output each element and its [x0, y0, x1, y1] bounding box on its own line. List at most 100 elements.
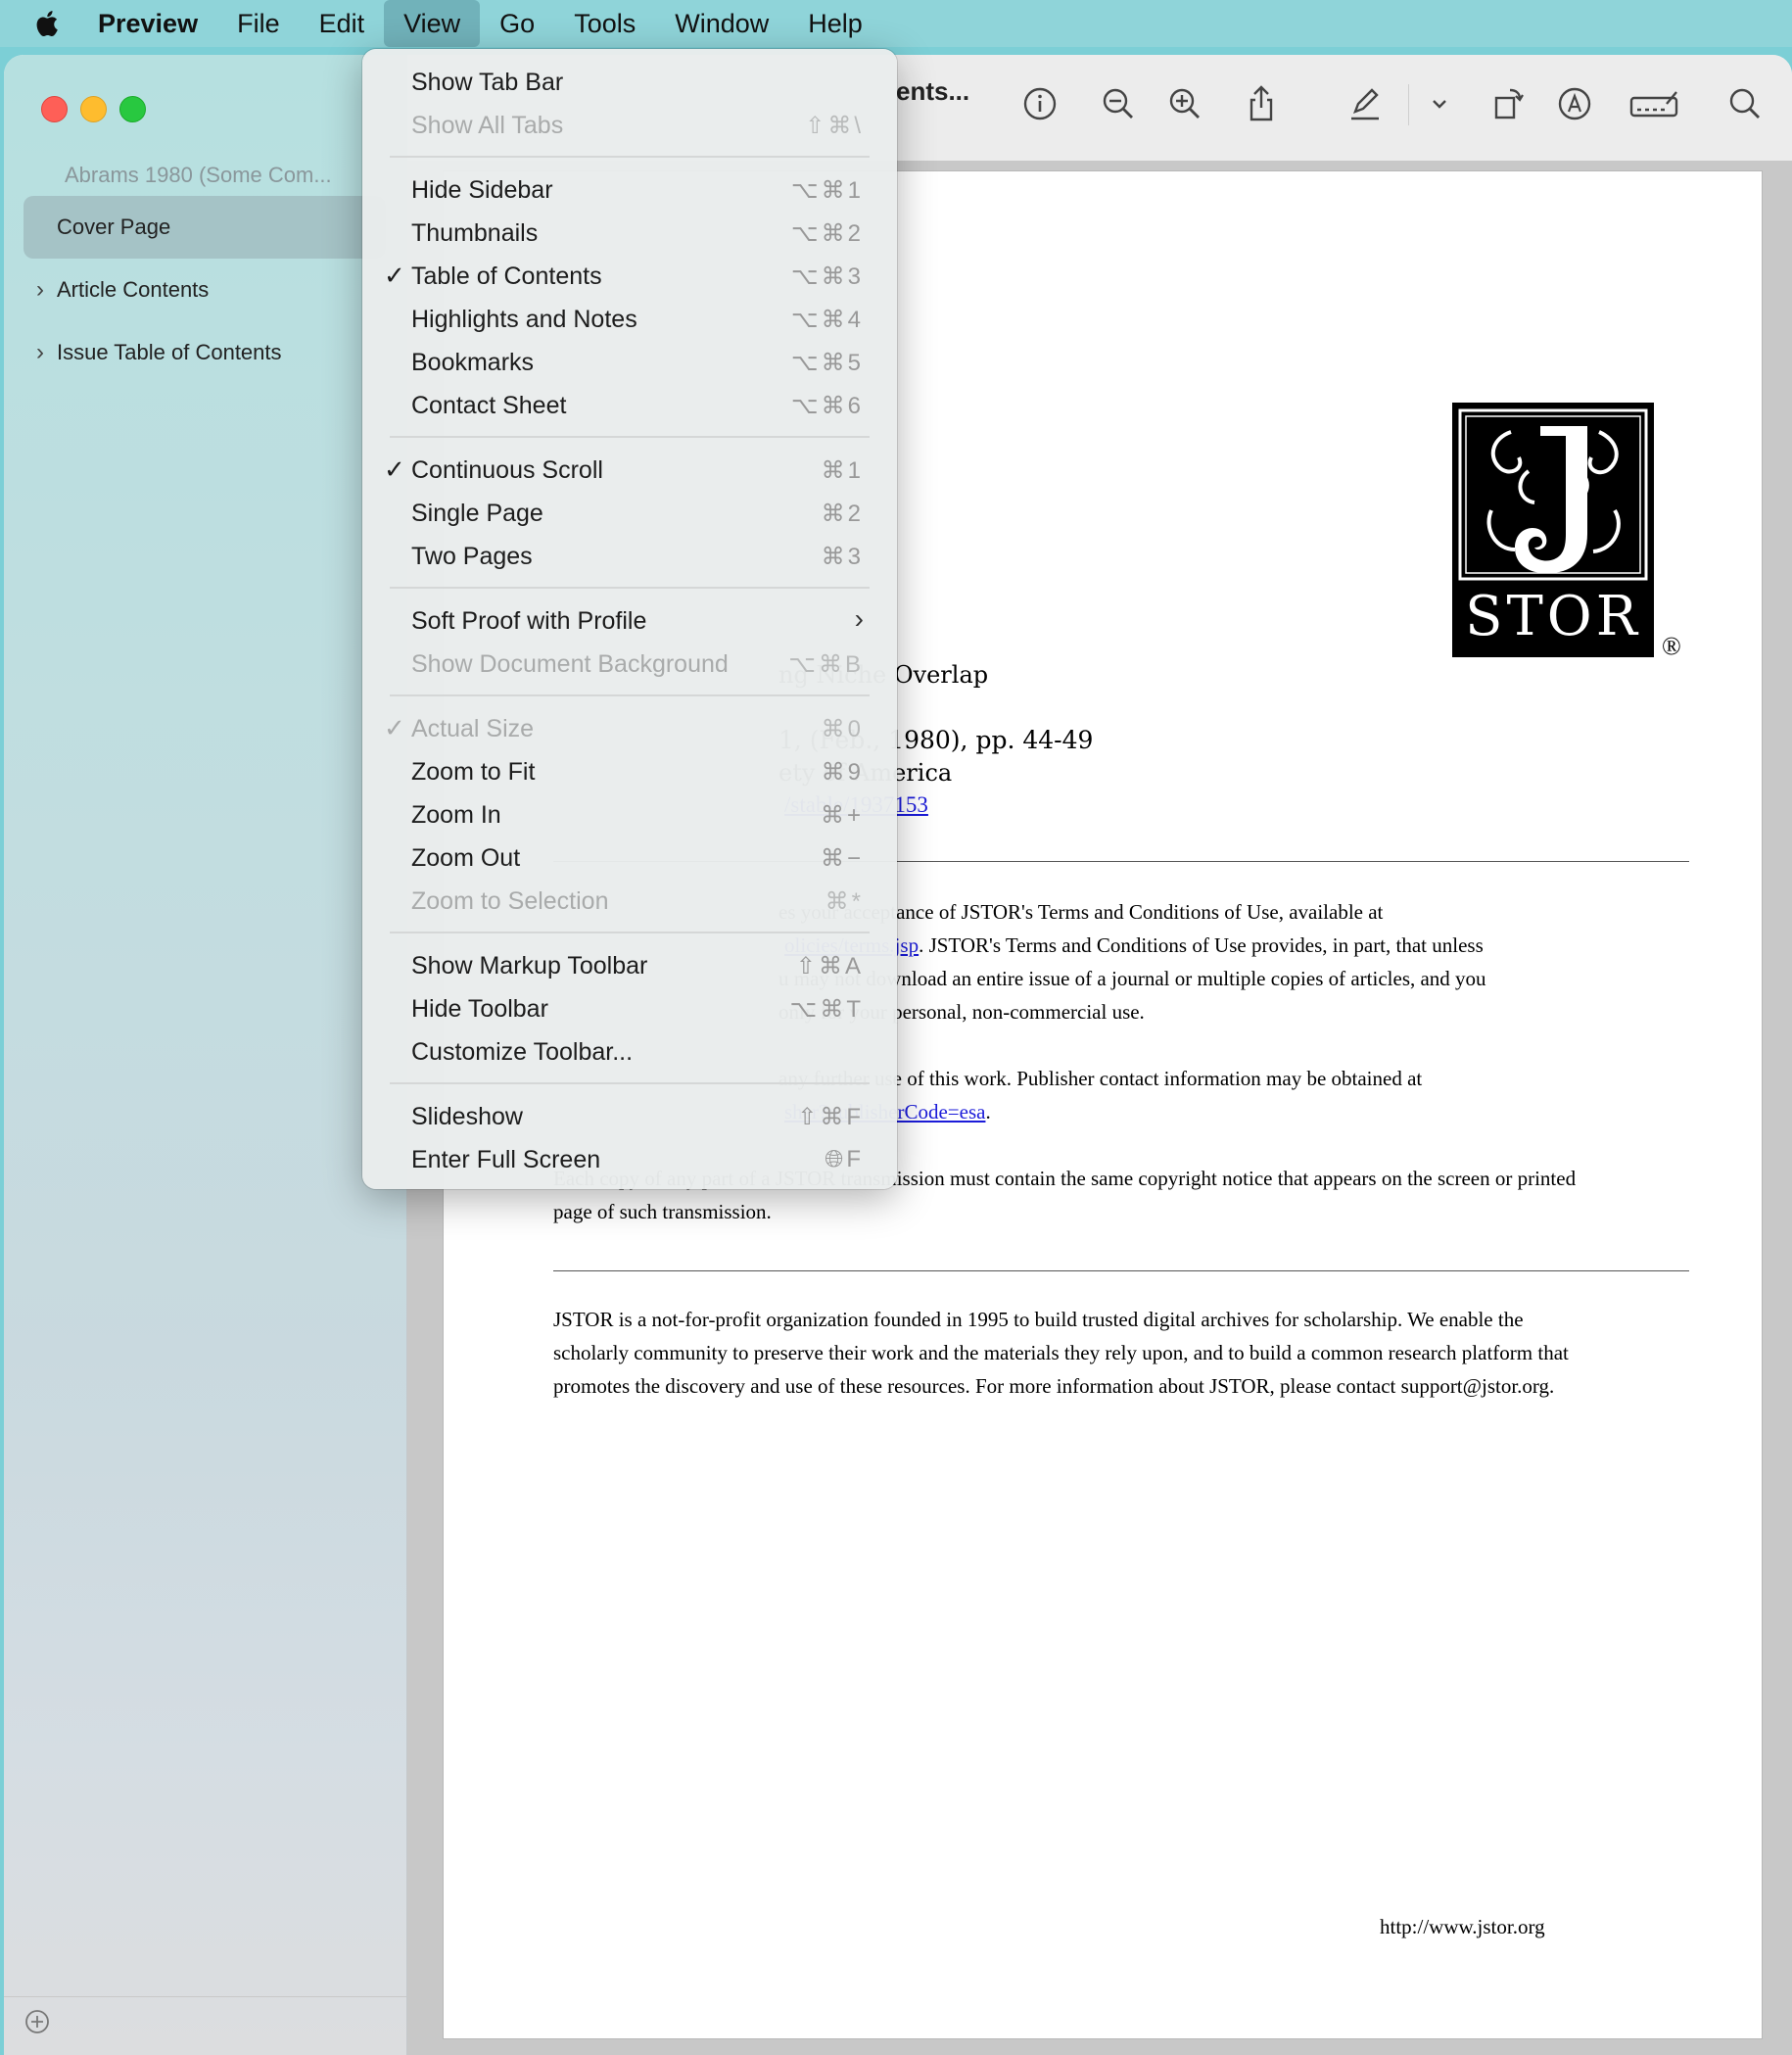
menu-item-shortcut: ⌥⌘3 [790, 263, 864, 290]
menu-item-label: Zoom to Selection [411, 887, 609, 915]
menu-tools[interactable]: Tools [554, 0, 655, 47]
menu-item-soft-proof-with-profile[interactable]: Soft Proof with Profile › [370, 599, 889, 643]
menu-item-actual-size: ✓ Actual Size ⌘0 [370, 707, 889, 750]
menu-item-label: Two Pages [411, 543, 533, 570]
menu-item-single-page[interactable]: Single Page ⌘2 [370, 492, 889, 535]
menu-item-shortcut: ⌘3 [821, 544, 864, 570]
sidebar-item-label: Article Contents [57, 277, 210, 302]
menu-item-zoom-out[interactable]: Zoom Out ⌘− [370, 836, 889, 880]
share-icon[interactable] [1242, 84, 1281, 123]
window-title: ents... [896, 76, 970, 106]
info-icon[interactable] [1020, 84, 1060, 123]
menu-item-slideshow[interactable]: Slideshow ⇧⌘F [370, 1095, 889, 1138]
submenu-chevron-icon: › [854, 603, 864, 634]
menu-separator [390, 1082, 870, 1084]
minimize-window-button[interactable] [80, 96, 107, 122]
checkmark-icon: ✓ [384, 261, 405, 290]
sidebar-item-issue-toc[interactable]: › Issue Table of Contents [24, 321, 386, 384]
menu-help[interactable]: Help [788, 0, 882, 47]
preview-window: Abrams 1980 (Some Com... Cover Page › Ar… [4, 55, 1792, 2055]
menu-item-shortcut: ⌥⌘2 [790, 220, 864, 247]
menu-item-zoom-to-selection: Zoom to Selection ⌘* [370, 880, 889, 923]
sidebar: Abrams 1980 (Some Com... Cover Page › Ar… [4, 55, 407, 2055]
signature-icon[interactable] [1627, 84, 1682, 123]
menu-item-label: Show All Tabs [411, 112, 564, 139]
toolbar-divider [1408, 84, 1409, 125]
terms-line-text: . JSTOR's Terms and Conditions of Use pr… [919, 933, 1484, 957]
menu-item-thumbnails[interactable]: Thumbnails ⌥⌘2 [370, 212, 889, 255]
menu-item-label: Customize Toolbar... [411, 1038, 634, 1066]
menu-item-label: Table of Contents [411, 263, 602, 290]
menu-item-enter-full-screen[interactable]: Enter Full Screen 🌐︎F [370, 1138, 889, 1181]
menu-item-shortcut: ⇧⌘F [797, 1104, 864, 1130]
menu-item-two-pages[interactable]: Two Pages ⌘3 [370, 535, 889, 578]
menu-view[interactable]: View [384, 0, 481, 47]
about-line: promotes the discovery and use of these … [553, 1374, 1555, 1398]
checkmark-icon: ✓ [384, 713, 405, 742]
menu-file[interactable]: File [217, 0, 300, 47]
sidebar-item-cover-page[interactable]: Cover Page [24, 196, 386, 259]
menu-item-label: Show Tab Bar [411, 69, 564, 96]
menu-item-show-tab-bar[interactable]: Show Tab Bar [370, 61, 889, 104]
apple-icon[interactable] [31, 7, 65, 40]
sidebar-item-label: Issue Table of Contents [57, 340, 282, 364]
zoom-out-icon[interactable] [1099, 84, 1138, 123]
menu-item-shortcut: ⇧⌘A [795, 953, 864, 980]
menu-go[interactable]: Go [480, 0, 554, 47]
menu-item-hide-sidebar[interactable]: Hide Sidebar ⌥⌘1 [370, 168, 889, 212]
chevron-right-icon[interactable]: › [24, 339, 57, 366]
menu-item-label: Thumbnails [411, 219, 539, 247]
menu-item-contact-sheet[interactable]: Contact Sheet ⌥⌘6 [370, 384, 889, 427]
menu-item-label: Single Page [411, 500, 543, 527]
menu-item-label: Continuous Scroll [411, 456, 603, 484]
menu-item-label: Highlights and Notes [411, 306, 637, 333]
menu-item-table-of-contents[interactable]: ✓ Table of Contents ⌥⌘3 [370, 255, 889, 298]
table-of-contents-list: Cover Page › Article Contents › Issue Ta… [24, 196, 386, 384]
menu-item-shortcut: ⌥⌘1 [790, 177, 864, 204]
menu-item-shortcut: ⌘* [825, 888, 864, 915]
menu-window[interactable]: Window [655, 0, 788, 47]
view-menu-dropdown: Show Tab Bar Show All Tabs ⇧⌘\ Hide Sidebar… [362, 49, 897, 1189]
menu-item-shortcut: ⌘1 [821, 457, 864, 484]
add-icon[interactable] [24, 2008, 51, 2035]
search-icon[interactable] [1725, 84, 1765, 123]
sidebar-divider [4, 1996, 406, 1997]
rotate-icon[interactable] [1488, 84, 1528, 123]
menu-separator [390, 436, 870, 438]
menu-item-shortcut: ⌥⌘B [788, 651, 864, 678]
checkmark-icon: ✓ [384, 454, 405, 484]
menu-item-bookmarks[interactable]: Bookmarks ⌥⌘5 [370, 341, 889, 384]
menu-item-label: Actual Size [411, 715, 535, 742]
menu-item-customize-toolbar[interactable]: Customize Toolbar... [370, 1030, 889, 1074]
menu-separator [390, 156, 870, 158]
chevron-down-icon[interactable] [1420, 84, 1459, 123]
menu-item-hide-toolbar[interactable]: Hide Toolbar ⌥⌘T [370, 987, 889, 1030]
menu-item-label: Show Markup Toolbar [411, 952, 648, 980]
highlight-pen-icon[interactable] [1345, 84, 1385, 123]
menu-bar: Preview File Edit View Go Tools Window H… [0, 0, 1792, 47]
menu-item-shortcut: ⌘− [820, 845, 864, 872]
menu-item-shortcut: ⌘0 [821, 716, 864, 742]
menu-item-continuous-scroll[interactable]: ✓ Continuous Scroll ⌘1 [370, 449, 889, 492]
menu-item-shortcut: ⌘2 [821, 501, 864, 527]
copyright-line: page of such transmission. [553, 1200, 772, 1223]
about-line: JSTOR is a not-for-profit organization f… [553, 1308, 1524, 1331]
close-window-button[interactable] [41, 96, 68, 122]
sidebar-document-title: Abrams 1980 (Some Com... [65, 163, 332, 187]
chevron-right-icon[interactable]: › [24, 276, 57, 304]
sidebar-item-article-contents[interactable]: › Article Contents [24, 259, 386, 321]
zoom-in-icon[interactable] [1165, 84, 1204, 123]
menu-item-highlights-and-notes[interactable]: Highlights and Notes ⌥⌘4 [370, 298, 889, 341]
menu-item-shortcut: ⌥⌘6 [790, 393, 864, 419]
menu-item-zoom-in[interactable]: Zoom In ⌘+ [370, 793, 889, 836]
menu-edit[interactable]: Edit [300, 0, 385, 47]
menu-item-label: Zoom to Fit [411, 758, 536, 786]
menu-item-show-markup-toolbar[interactable]: Show Markup Toolbar ⇧⌘A [370, 944, 889, 987]
menu-app-preview[interactable]: Preview [98, 0, 217, 47]
markup-icon[interactable] [1555, 84, 1594, 123]
sidebar-item-label: Cover Page [57, 215, 171, 239]
fullscreen-window-button[interactable] [119, 96, 146, 122]
menu-item-label: Bookmarks [411, 349, 535, 376]
menu-item-shortcut: ⌘+ [820, 802, 864, 829]
menu-item-zoom-to-fit[interactable]: Zoom to Fit ⌘9 [370, 750, 889, 793]
